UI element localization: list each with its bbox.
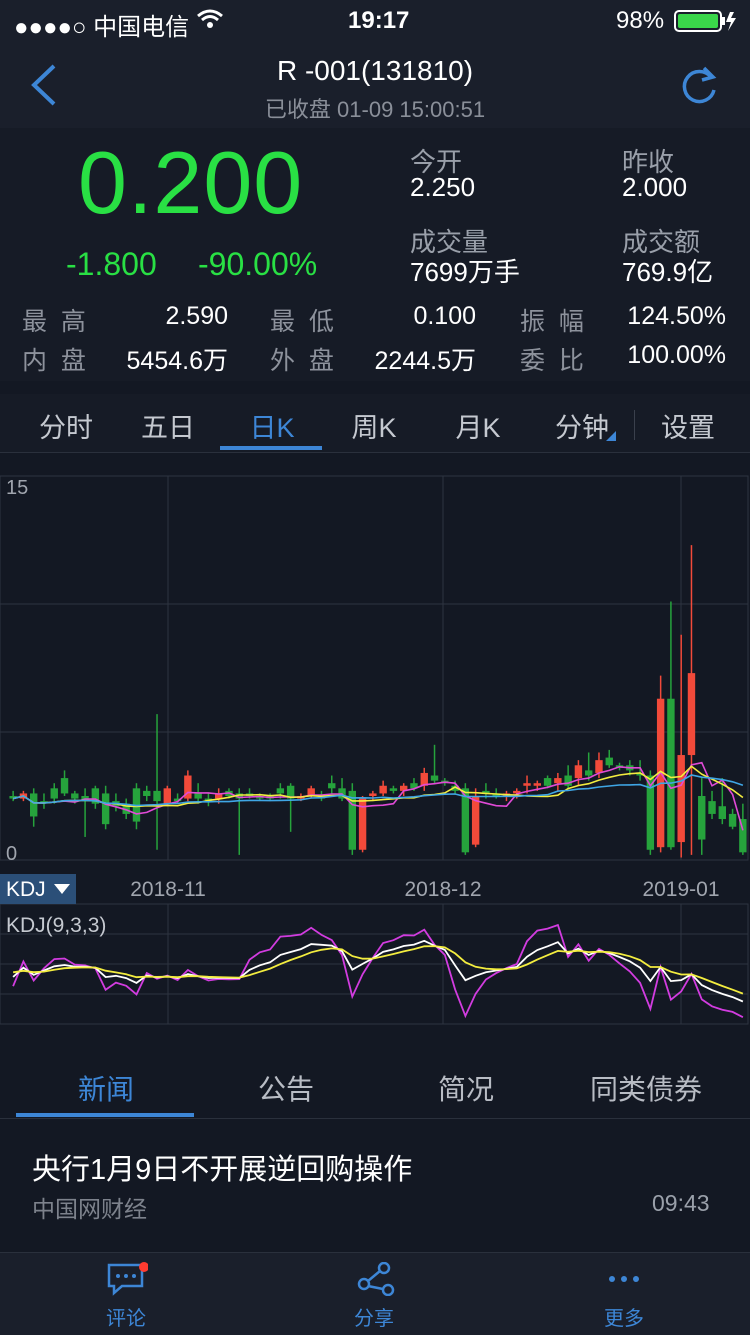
chart-frame <box>0 475 749 861</box>
candle-body <box>60 778 69 794</box>
active-news-tab-indicator <box>16 1113 194 1117</box>
candle-body <box>379 785 387 794</box>
candle-body <box>71 793 79 799</box>
candle-body <box>554 778 562 784</box>
candle-body <box>677 755 685 843</box>
x-axis-label: 2018-12 <box>404 878 481 901</box>
candle-body <box>328 783 336 789</box>
inner-volume-value: 5454.6万 <box>126 347 228 375</box>
amount-value: 769.9亿 <box>622 257 714 287</box>
candle-body <box>153 790 161 802</box>
candle-body <box>605 757 613 766</box>
candle-body <box>101 793 110 825</box>
tab-daily-k[interactable]: 日K <box>236 406 308 445</box>
tab-five-day[interactable]: 五日 <box>132 406 204 445</box>
price-change-percent: -90.00% <box>198 246 318 282</box>
indicator-selector-label: KDJ <box>6 878 46 901</box>
battery-icon <box>674 10 738 37</box>
high-label: 最 高 <box>22 308 86 336</box>
candle-body <box>584 770 593 776</box>
active-tab-indicator <box>220 446 322 450</box>
candle-body <box>430 775 439 781</box>
news-source: 中国网财经 <box>32 1196 147 1222</box>
tab-similar-bonds[interactable]: 同类债券 <box>556 1068 736 1108</box>
prev-close-value: 2.000 <box>622 172 688 202</box>
candle-body <box>29 793 38 817</box>
low-label: 最 低 <box>270 308 334 336</box>
y-axis-min-label: 0 <box>6 843 17 865</box>
market-status: 已收盘 01-09 15:00:51 <box>264 97 486 122</box>
candle-body <box>687 673 696 756</box>
candle-body <box>543 778 552 786</box>
refresh-icon[interactable] <box>680 64 720 111</box>
tab-weekly-k[interactable]: 周K <box>338 406 410 445</box>
candle-body <box>718 806 727 820</box>
volume-value: 7699万手 <box>410 257 520 287</box>
candle-body <box>533 783 542 786</box>
outer-volume-value: 2244.5万 <box>374 347 476 375</box>
candle-body <box>698 796 706 840</box>
y-axis-max-label: 15 <box>6 477 28 499</box>
candle-body <box>276 788 285 794</box>
share-icon[interactable] <box>356 1261 396 1301</box>
candle-body <box>163 788 172 804</box>
candle-body <box>143 790 151 796</box>
x-axis-label: 2019-01 <box>642 878 719 901</box>
tab-divider <box>634 410 635 440</box>
candle-body <box>389 788 398 791</box>
carrier-label: ●●●●○ 中国电信 <box>14 14 190 41</box>
outer-volume-label: 外 盘 <box>270 347 334 375</box>
price-change: -1.800 <box>66 246 157 282</box>
candle-body <box>667 698 675 848</box>
tab-monthly-k[interactable]: 月K <box>442 406 514 445</box>
order-ratio-label: 委 比 <box>520 347 584 375</box>
share-button[interactable]: 分享 <box>314 1302 434 1331</box>
kline-chart[interactable]: 15 0 2018-11 2018-12 2019-01 KDJ KDJ(9,3… <box>0 468 750 1028</box>
more-icon[interactable] <box>604 1262 644 1301</box>
wifi-icon <box>196 8 224 35</box>
x-axis-label: 2018-11 <box>130 878 206 901</box>
tab-settings[interactable]: 设置 <box>652 406 724 445</box>
kdj-d-line <box>12 945 744 995</box>
news-headline[interactable]: 央行1月9日不开展逆回购操作 <box>32 1146 412 1188</box>
amplitude-value: 124.50% <box>627 302 726 330</box>
comment-button[interactable]: 评论 <box>66 1302 186 1331</box>
tab-overview[interactable]: 简况 <box>376 1068 556 1108</box>
candle-body <box>471 796 480 845</box>
open-value: 2.250 <box>410 172 476 202</box>
tab-news[interactable]: 新闻 <box>16 1068 196 1108</box>
ma-line-ma10 <box>12 765 744 808</box>
candle-body <box>574 765 583 779</box>
high-value: 2.590 <box>165 302 228 330</box>
candle-body <box>50 788 58 799</box>
candle-body <box>369 793 377 796</box>
comment-icon[interactable] <box>106 1262 149 1301</box>
news-time: 09:43 <box>652 1190 710 1216</box>
battery-percent: 98% <box>616 7 665 34</box>
order-ratio-value: 100.00% <box>627 341 726 369</box>
kdj-j-line <box>12 923 744 1019</box>
tab-intraday[interactable]: 分时 <box>30 406 102 445</box>
candle-body <box>523 783 531 786</box>
current-price: 0.200 <box>78 133 304 232</box>
indicator-params: KDJ(9,3,3) <box>6 914 106 937</box>
more-button[interactable]: 更多 <box>564 1302 684 1331</box>
candle-body <box>728 813 737 827</box>
amplitude-label: 振 幅 <box>520 308 584 336</box>
ma-line-ma20 <box>12 774 744 807</box>
tab-announcements[interactable]: 公告 <box>196 1068 376 1108</box>
candle-body <box>708 801 716 814</box>
clock: 19:17 <box>348 7 410 34</box>
candle-body <box>595 760 603 773</box>
candle-body <box>194 793 202 799</box>
dropdown-corner-icon <box>606 428 616 446</box>
page-title: R -001(131810) <box>276 55 474 86</box>
inner-volume-label: 内 盘 <box>22 347 86 375</box>
low-value: 0.100 <box>413 302 476 330</box>
